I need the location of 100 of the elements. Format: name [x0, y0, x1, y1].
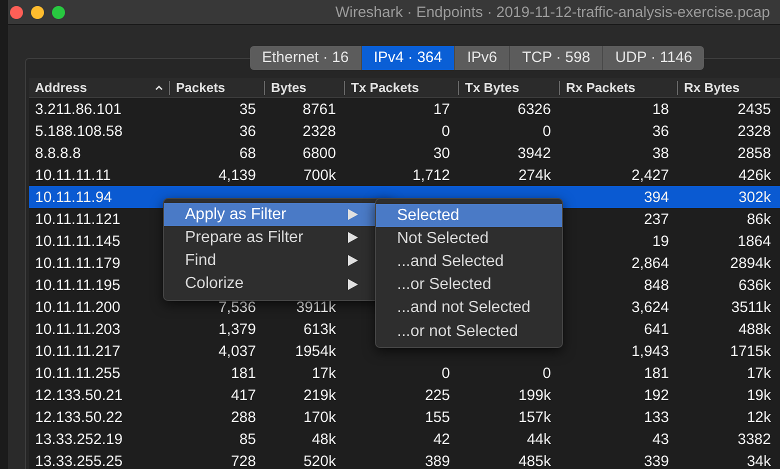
table-cell: 1715k — [730, 342, 771, 360]
table-cell: 0 — [442, 364, 450, 382]
table-cell: 48k — [312, 430, 336, 448]
table-cell: 157k — [518, 408, 551, 426]
table-cell: 485k — [518, 452, 551, 469]
table-cell: 2435 — [738, 100, 771, 118]
menu-item[interactable]: ...or not Selected — [376, 320, 562, 344]
zoom-button[interactable] — [52, 6, 65, 18]
table-cell: 520k — [303, 452, 336, 469]
menu-item[interactable]: Selected — [376, 204, 562, 228]
table-cell: 1864 — [738, 232, 771, 250]
table-cell[interactable]: 8.8.8.8 — [35, 144, 81, 162]
table-cell: 86k — [746, 210, 771, 228]
table-cell: 34k — [746, 452, 771, 469]
close-button[interactable] — [10, 6, 23, 18]
table-cell: 181 — [644, 364, 669, 382]
table-cell[interactable]: 10.11.11.217 — [35, 342, 120, 360]
table-cell: 3382 — [738, 430, 771, 448]
table-cell: 613k — [303, 320, 336, 338]
table-cell: 0 — [542, 122, 551, 140]
table-cell: 389 — [424, 452, 450, 469]
table-cell: 4,139 — [218, 166, 256, 184]
table-cell: 35 — [239, 100, 256, 118]
table-cell: 1,943 — [631, 342, 669, 360]
table-cell: 426k — [738, 166, 771, 184]
table-cell: 38 — [652, 144, 669, 162]
table-cell: 1,379 — [218, 320, 256, 338]
table-cell: 17 — [433, 100, 450, 118]
table-cell: 17k — [746, 364, 771, 382]
table-cell: 302k — [738, 188, 771, 206]
table-cell: 8761 — [302, 100, 336, 118]
table-cell: 42 — [433, 430, 450, 448]
table-cell[interactable]: 12.133.50.21 — [35, 386, 123, 404]
table-cell: 36 — [652, 122, 669, 140]
table-cell: 68 — [239, 144, 256, 162]
minimize-button[interactable] — [31, 6, 44, 18]
table-cell[interactable]: 10.11.11.200 — [35, 298, 120, 316]
menu-item[interactable]: ...and Selected — [376, 250, 562, 274]
table-cell[interactable]: 10.11.11.203 — [35, 320, 120, 338]
column-header[interactable]: Rx Packets — [566, 80, 636, 95]
table-cell[interactable]: 3.211.86.101 — [35, 100, 122, 118]
column-header[interactable]: Bytes — [271, 80, 306, 95]
table-cell: 219k — [303, 386, 336, 404]
table-cell: 728 — [230, 452, 256, 469]
table-cell: 12k — [746, 408, 771, 426]
table-cell[interactable]: 10.11.11.179 — [35, 254, 120, 272]
tab[interactable]: IPv6 — [455, 46, 510, 70]
table-cell[interactable]: 10.11.11.255 — [35, 364, 120, 382]
table-cell: 237 — [644, 210, 669, 228]
table-cell: 199k — [518, 386, 551, 404]
tab[interactable]: TCP · 598 — [510, 46, 604, 70]
menu-item[interactable]: ...and not Selected — [376, 296, 562, 320]
table-cell: 36 — [239, 122, 256, 140]
table-cell[interactable]: 10.11.11.121 — [35, 210, 120, 228]
table-cell[interactable]: 10.11.11.11 — [35, 166, 111, 184]
table-cell: 2,864 — [631, 254, 669, 272]
table-cell: 2,427 — [631, 166, 669, 184]
table-cell: 288 — [230, 408, 256, 426]
table-cell: 2328 — [302, 122, 336, 140]
table-cell: 44k — [526, 430, 551, 448]
table-cell: 3,624 — [631, 298, 669, 316]
table-cell: 1954k — [295, 342, 336, 360]
table-cell: 6800 — [302, 144, 336, 162]
table-cell[interactable]: 10.11.11.94 — [35, 188, 112, 206]
table-cell[interactable]: 10.11.11.145 — [35, 232, 120, 250]
table-cell[interactable]: 13.33.255.25 — [35, 452, 123, 469]
menu-item[interactable]: Colorize — [164, 272, 375, 296]
menu-item[interactable]: Not Selected — [376, 227, 562, 250]
table-cell: 3942 — [518, 144, 551, 162]
column-header[interactable]: Packets — [176, 80, 226, 95]
table-cell[interactable]: 12.133.50.22 — [35, 408, 123, 426]
menu-item[interactable]: Prepare as Filter — [164, 226, 375, 250]
table-cell: 2894k — [730, 254, 771, 272]
table-cell: 394 — [644, 188, 669, 206]
menu-item[interactable]: Find — [164, 249, 375, 273]
table-cell[interactable]: 5.188.108.58 — [35, 122, 123, 140]
tab[interactable]: Ethernet · 16 — [250, 46, 362, 70]
table-cell: 19 — [652, 232, 669, 250]
table-cell: 3511k — [731, 298, 771, 316]
column-header[interactable]: Rx Bytes — [684, 80, 740, 95]
column-header[interactable]: Address — [35, 80, 88, 95]
table-cell[interactable]: 13.33.252.19 — [35, 430, 123, 448]
table-cell: 85 — [239, 430, 256, 448]
table-cell: 1,712 — [412, 166, 450, 184]
table-cell: 4,037 — [218, 342, 256, 360]
table-cell: 133 — [644, 408, 669, 426]
table-cell: 700k — [303, 166, 336, 184]
column-header[interactable]: Tx Bytes — [465, 80, 520, 95]
table-cell: 18 — [652, 100, 669, 118]
table-cell: 225 — [424, 386, 450, 404]
tab[interactable]: UDP · 1146 — [603, 46, 704, 70]
column-header[interactable]: Tx Packets — [351, 80, 419, 95]
table-cell: 17k — [312, 364, 336, 382]
table-cell: 488k — [738, 320, 771, 338]
table-cell: 848 — [644, 276, 669, 294]
menu-item[interactable]: Apply as Filter — [164, 203, 375, 226]
menu-item[interactable]: ...or Selected — [376, 274, 562, 297]
table-cell: 0 — [542, 364, 551, 382]
tab[interactable]: IPv4 · 364 — [362, 46, 456, 70]
table-cell[interactable]: 10.11.11.195 — [35, 276, 120, 294]
